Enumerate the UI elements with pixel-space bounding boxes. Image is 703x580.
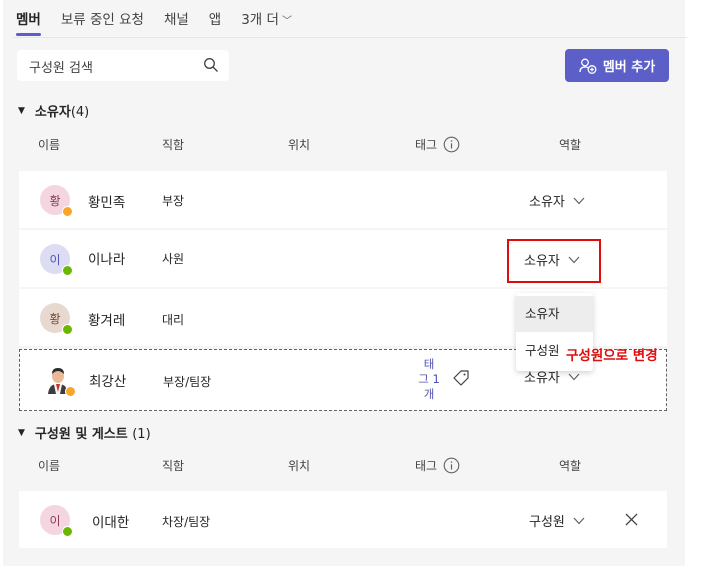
member-name: 이대한 xyxy=(92,515,130,531)
tab-channels[interactable]: 채널 xyxy=(164,10,189,36)
role-option-owner[interactable]: 소유자 xyxy=(516,296,593,332)
member-title: 사원 xyxy=(162,252,185,266)
tag-icon[interactable] xyxy=(452,369,470,387)
tab-apps[interactable]: 앱 xyxy=(209,10,221,36)
tab-more[interactable]: 3개 더 ﹀ xyxy=(241,10,292,36)
chevron-down-icon xyxy=(568,373,580,380)
add-person-icon xyxy=(579,58,597,74)
member-row[interactable]: 이 이대한 차장/팀장 구성원 xyxy=(19,491,667,548)
avatar-initial: 이 xyxy=(49,252,61,267)
tab-members[interactable]: 멤버 xyxy=(16,10,41,36)
owners-heading: 소유자 xyxy=(34,105,71,120)
member-search-input[interactable]: 구성원 검색 xyxy=(17,50,229,81)
tag-line: 개 xyxy=(423,387,435,401)
member-title: 부장 xyxy=(162,194,185,208)
role-label: 소유자 xyxy=(529,195,565,210)
member-name: 황겨레 xyxy=(88,313,126,329)
member-row[interactable]: 황 황민족 부장 소유자 xyxy=(19,171,667,228)
tab-more-label: 3개 더 xyxy=(241,12,279,28)
tab-bar: 멤버 보류 중인 요청 채널 앱 3개 더 ﹀ xyxy=(16,10,312,40)
caret-down-icon: ▼ xyxy=(18,105,25,116)
info-icon[interactable] xyxy=(443,136,460,153)
avatar-initial: 황 xyxy=(49,311,61,326)
status-available-icon xyxy=(62,526,73,537)
column-location[interactable]: 위치 xyxy=(288,457,310,474)
status-away-icon xyxy=(65,386,76,397)
tag-line: 그 1 xyxy=(418,372,440,386)
chevron-down-icon xyxy=(573,197,585,204)
member-title: 차장/팀장 xyxy=(162,515,211,529)
avatar: 이 xyxy=(40,244,73,276)
add-member-button[interactable]: 멤버 추가 xyxy=(565,49,669,82)
members-count: (1) xyxy=(132,427,151,442)
column-name[interactable]: 이름 xyxy=(38,457,60,474)
column-tags[interactable]: 태그 xyxy=(415,136,460,153)
avatar: 황 xyxy=(40,185,73,217)
role-label: 구성원 xyxy=(529,515,565,530)
column-title[interactable]: 직함 xyxy=(162,457,184,474)
column-name[interactable]: 이름 xyxy=(38,136,60,153)
status-available-icon xyxy=(62,324,73,335)
member-name: 이나라 xyxy=(88,252,126,268)
chevron-down-icon: ﹀ xyxy=(281,16,292,27)
status-away-icon xyxy=(62,206,73,217)
column-title[interactable]: 직함 xyxy=(162,136,184,153)
member-name: 최강산 xyxy=(89,374,127,390)
tab-pending-requests[interactable]: 보류 중인 요청 xyxy=(61,10,144,36)
owners-count: (4) xyxy=(70,105,90,120)
chevron-down-icon xyxy=(573,517,585,524)
column-tags-label: 태그 xyxy=(415,459,438,473)
info-icon[interactable] xyxy=(443,457,460,474)
role-dropdown[interactable]: 구성원 xyxy=(529,511,585,530)
avatar: 황 xyxy=(40,303,73,335)
role-dropdown[interactable]: 소유자 xyxy=(529,191,585,210)
tag-line: 태 xyxy=(423,357,435,371)
search-icon xyxy=(204,58,218,72)
column-role[interactable]: 역할 xyxy=(559,136,581,153)
remove-member-close-icon[interactable] xyxy=(625,513,638,526)
annotation-change-to-member: 구성원으로 변경 xyxy=(566,348,658,364)
column-location[interactable]: 위치 xyxy=(288,136,310,153)
members-heading: 구성원 및 게스트 xyxy=(34,427,128,442)
column-tags[interactable]: 태그 xyxy=(415,457,460,474)
caret-down-icon: ▼ xyxy=(18,427,25,438)
avatar-initial: 황 xyxy=(49,193,61,208)
avatar-initial: 이 xyxy=(49,513,61,528)
add-member-label: 멤버 추가 xyxy=(602,60,656,75)
column-role[interactable]: 역할 xyxy=(559,457,581,474)
owners-section-toggle[interactable]: ▼ 소유자(4) xyxy=(18,101,89,120)
highlight-box xyxy=(507,239,601,283)
avatar xyxy=(43,365,76,397)
tab-divider xyxy=(13,37,687,38)
avatar: 이 xyxy=(40,505,73,537)
members-section-toggle[interactable]: ▼ 구성원 및 게스트 (1) xyxy=(18,423,151,442)
status-available-icon xyxy=(62,265,73,276)
tag-count-link[interactable]: 태 그 1 개 xyxy=(418,357,440,402)
member-name: 황민족 xyxy=(88,195,126,211)
member-title: 대리 xyxy=(162,313,185,327)
search-placeholder: 구성원 검색 xyxy=(29,61,93,76)
member-title: 부장/팀장 xyxy=(163,375,212,389)
column-tags-label: 태그 xyxy=(415,138,438,152)
